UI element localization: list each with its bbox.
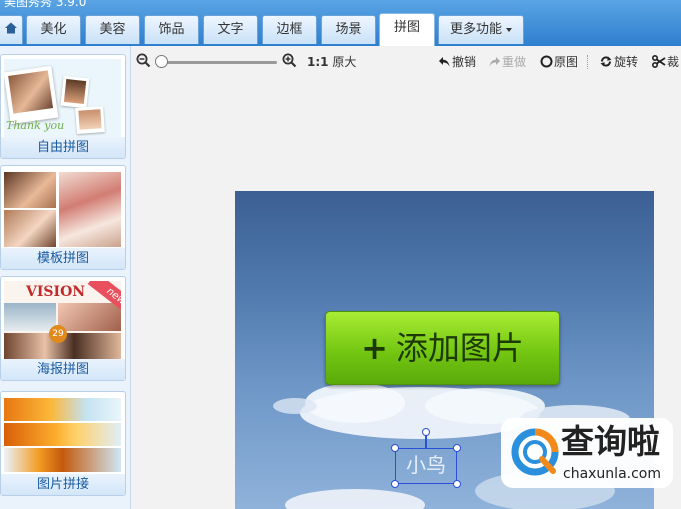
tab-frame[interactable]: 边框 (262, 15, 317, 44)
free-collage-thumb-text: Thank you (6, 119, 65, 132)
redo-label: 重做 (502, 55, 527, 69)
editor-toolbar: 1:1 原大 撤销 重做 原图 旋转 裁 (131, 46, 681, 78)
resize-handle-top-left[interactable] (391, 444, 399, 452)
resize-handle-top-right[interactable] (453, 444, 461, 452)
text-item[interactable]: 小鸟 (395, 448, 457, 484)
undo-button[interactable]: 撤销 (438, 55, 476, 69)
app-title: 美图秀秀 3.9.0 (4, 0, 87, 9)
circle-icon (540, 55, 553, 68)
free-collage-thumbnail: Thank you (4, 59, 121, 137)
plus-icon: + (361, 329, 388, 367)
home-icon (4, 22, 17, 34)
tab-scene[interactable]: 场景 (321, 15, 376, 44)
original-size-label: 原大 (332, 55, 357, 69)
add-photo-button[interactable]: + 添加图片 (325, 311, 560, 385)
resize-handle-bottom-left[interactable] (391, 480, 399, 488)
chevron-down-icon (506, 27, 512, 32)
zoom-in-button[interactable] (282, 53, 298, 69)
redo-icon (489, 57, 500, 67)
poster-badge: 29 (49, 325, 67, 343)
tab-text[interactable]: 文字 (203, 15, 258, 44)
tab-more-label: 更多功能 (449, 22, 502, 37)
image-stitch-label: 图片拼接 (1, 474, 125, 495)
sidebar-item-poster-collage[interactable]: VISION 29 new 海报拼图 (0, 276, 126, 381)
collage-mode-sidebar: Thank you 自由拼图 模板拼图 VISION 29 new 海报拼图 图… (0, 46, 131, 509)
zoom-slider-thumb[interactable] (155, 55, 168, 68)
original-image-label: 原图 (554, 55, 579, 69)
free-collage-label: 自由拼图 (1, 137, 125, 158)
tab-beautify[interactable]: 美化 (26, 15, 81, 44)
rotate-handle[interactable] (422, 428, 430, 436)
title-bar: 美图秀秀 3.9.0 美化 美容 饰品 文字 边框 场景 拼图 更多功能 (0, 0, 681, 46)
image-stitch-thumbnail (4, 396, 121, 474)
app-window: 美图秀秀 3.9.0 美化 美容 饰品 文字 边框 场景 拼图 更多功能 Tha… (0, 0, 681, 509)
site-watermark: 查询啦 chaxunla.com (501, 418, 673, 488)
actual-size-button[interactable]: 1:1 原大 (307, 55, 356, 69)
tab-beauty[interactable]: 美容 (85, 15, 140, 44)
resize-handle-bottom-right[interactable] (453, 480, 461, 488)
original-image-button[interactable]: 原图 (540, 55, 578, 69)
rotate-icon (600, 56, 612, 67)
rotate-button[interactable]: 旋转 (599, 55, 638, 69)
magnifier-logo-icon (511, 428, 559, 476)
poster-collage-label: 海报拼图 (1, 359, 125, 380)
template-collage-label: 模板拼图 (1, 248, 125, 269)
toolbar-divider (587, 55, 588, 69)
redo-button[interactable]: 重做 (488, 55, 526, 69)
sidebar-item-free-collage[interactable]: Thank you 自由拼图 (0, 54, 126, 159)
add-photo-label: 添加图片 (395, 329, 524, 367)
tab-home[interactable] (0, 15, 23, 44)
sidebar-item-image-stitch[interactable]: 图片拼接 (0, 391, 126, 496)
tab-more-features[interactable]: 更多功能 (438, 15, 524, 44)
poster-collage-thumb-text: VISION (26, 284, 86, 300)
rotate-label: 旋转 (614, 55, 639, 69)
crop-label: 裁 (667, 55, 680, 69)
ratio-label: 1:1 (307, 55, 329, 69)
zoom-slider-track[interactable] (159, 61, 277, 64)
zoom-out-icon (136, 53, 151, 68)
tab-accessories[interactable]: 饰品 (144, 15, 199, 44)
text-item-content: 小鸟 (406, 453, 446, 477)
tab-collage[interactable]: 拼图 (379, 13, 435, 46)
sidebar-item-template-collage[interactable]: 模板拼图 (0, 165, 126, 270)
template-collage-thumbnail (4, 170, 121, 248)
zoom-out-button[interactable] (136, 53, 152, 69)
scissors-icon (651, 54, 666, 69)
crop-button[interactable]: 裁 (651, 54, 680, 69)
undo-label: 撤销 (452, 55, 477, 69)
watermark-domain: chaxunla.com (563, 466, 661, 482)
watermark-name: 查询啦 (561, 422, 660, 461)
zoom-in-icon (282, 53, 297, 68)
poster-collage-thumbnail: VISION 29 new (4, 281, 121, 359)
undo-icon (439, 57, 450, 67)
